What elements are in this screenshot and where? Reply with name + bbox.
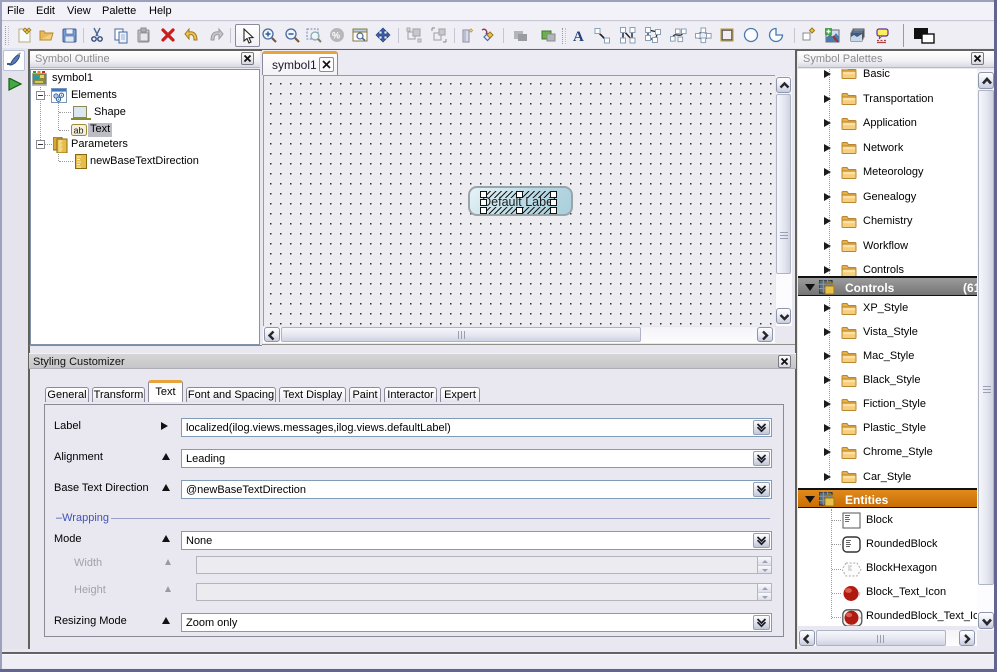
svg-text:A: A [573,29,584,44]
svg-text:%: % [332,31,340,41]
svg-text:ab: ab [74,126,84,136]
